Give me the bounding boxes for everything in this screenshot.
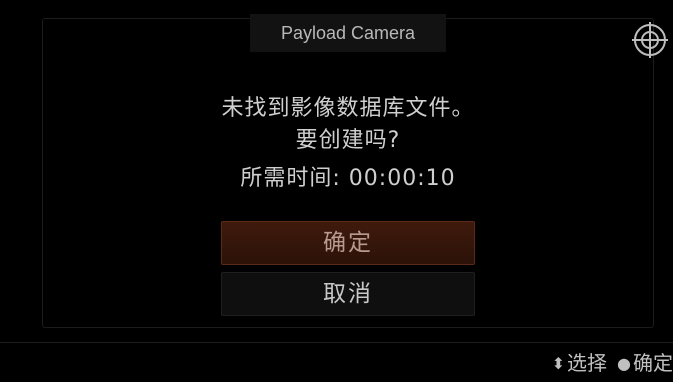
up-down-arrow-icon: ⬍ <box>551 354 566 373</box>
footer-select-label: 选择 <box>567 351 608 375</box>
footer-confirm-label: 确定 <box>633 351 673 375</box>
cancel-button[interactable]: 取消 <box>221 272 475 316</box>
required-time-value: 00:00:10 <box>348 166 456 191</box>
dialog-title: Payload Camera <box>250 14 446 52</box>
message-line-1: 未找到影像数据库文件。 <box>221 96 475 121</box>
message-line-2: 要创建吗? <box>295 128 401 153</box>
required-time-label: 所需时间: <box>240 166 341 191</box>
message-line-3: 所需时间: 00:00:10 <box>42 160 654 192</box>
footer-hints: ⬍ 选择 ● 确定 <box>552 344 673 381</box>
ok-button[interactable]: 确定 <box>221 221 475 265</box>
crosshair-target-icon <box>632 22 668 58</box>
filled-circle-icon: ● <box>617 354 631 373</box>
footer-divider <box>0 342 673 343</box>
